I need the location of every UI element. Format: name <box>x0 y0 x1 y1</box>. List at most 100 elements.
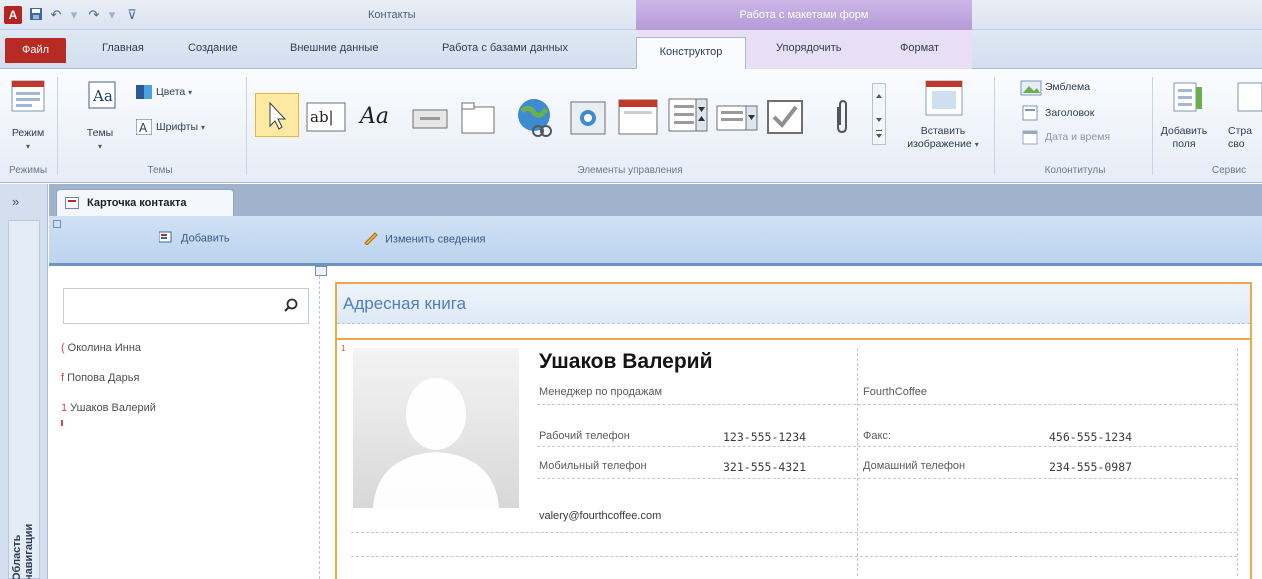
access-logo-icon[interactable]: A <box>4 6 22 24</box>
record-marker: 1 <box>341 344 346 353</box>
property-sheet-icon[interactable] <box>1236 79 1262 118</box>
company-value[interactable]: FourthCoffee <box>863 386 927 398</box>
tab-create[interactable]: Создание <box>188 42 238 54</box>
tab-home[interactable]: Главная <box>102 42 144 54</box>
button-control-icon[interactable] <box>412 109 448 132</box>
navigation-control-icon[interactable] <box>618 99 658 138</box>
svg-text:Aa: Aa <box>358 104 389 129</box>
ribbon-tabs: Файл Главная Создание Внешние данные Раб… <box>0 30 1262 70</box>
colors-icon[interactable] <box>136 85 152 99</box>
document-tab[interactable]: Карточка контакта <box>56 189 234 217</box>
fonts-icon[interactable]: A <box>135 118 153 138</box>
add-record-icon <box>158 231 175 246</box>
view-mode-icon[interactable] <box>10 79 46 116</box>
fax-label: Факс: <box>863 430 891 442</box>
add-contact-label: Добавить <box>181 232 230 245</box>
contact-list-item[interactable]: 1 Ушаков Валерий <box>61 402 156 414</box>
group-label-views: Режимы <box>8 165 48 176</box>
document-tab-bar: Карточка контакта <box>49 184 1262 217</box>
expand-nav-pane-button[interactable]: » <box>12 194 19 209</box>
property-sheet-button[interactable]: Стра сво <box>1228 125 1262 151</box>
form-header: Добавить Изменить сведения <box>49 216 1262 266</box>
field-divider <box>351 532 1237 533</box>
web-browser-icon[interactable] <box>570 101 606 138</box>
contact-name: Ушаков Валерий <box>539 350 713 373</box>
tab-arrange[interactable]: Упорядочить <box>776 42 841 54</box>
home-phone-label: Домашний телефон <box>863 460 966 472</box>
pencil-icon <box>363 231 379 248</box>
ribbon: Режим ▾ Режимы Aa Темы ▾ Цвета ▾ A Шрифты … <box>0 69 1262 183</box>
svg-text:A: A <box>139 121 148 135</box>
tab-external-data[interactable]: Внешние данные <box>290 42 378 54</box>
job-title-value[interactable]: Менеджер по продажам <box>539 386 662 398</box>
contact-list-item[interactable]: (Околина Инна <box>61 342 141 354</box>
customize-qat-icon[interactable]: ⊽ <box>124 7 140 23</box>
edit-details-label: Изменить сведения <box>385 233 486 246</box>
tab-design[interactable]: Конструктор <box>636 37 746 70</box>
listbox-icon[interactable] <box>716 105 758 134</box>
search-icon[interactable] <box>284 298 298 312</box>
tab-database-tools[interactable]: Работа с базами данных <box>442 42 568 54</box>
field-divider <box>351 556 1237 557</box>
label-icon[interactable]: Aa <box>358 99 400 134</box>
undo-icon[interactable]: ↶ <box>48 7 64 23</box>
redo-icon[interactable]: ↷ <box>86 7 102 23</box>
email-value[interactable]: valery@fourthcoffee.com <box>539 510 661 522</box>
logo-icon[interactable] <box>1020 80 1042 99</box>
view-mode-button[interactable]: Режим ▾ <box>4 127 52 153</box>
group-divider <box>246 77 247 175</box>
insert-image-icon[interactable] <box>924 79 964 122</box>
address-book-subform[interactable]: Адресная книга 1 Ушаков Валерий Менеджер… <box>335 282 1252 579</box>
tab-format[interactable]: Формат <box>900 42 939 54</box>
navigation-pane-bar[interactable]: Область навигации <box>8 220 40 579</box>
add-fields-icon[interactable] <box>1172 79 1206 118</box>
split-form-divider[interactable] <box>319 266 320 579</box>
work-phone-value[interactable]: 123-555-1234 <box>723 430 806 444</box>
chevron-down-icon[interactable]: ▾ <box>66 7 82 23</box>
logo-button[interactable]: Эмблема <box>1045 81 1090 94</box>
svg-text:ab|: ab| <box>310 108 334 126</box>
work-phone-label: Рабочий телефон <box>539 430 630 442</box>
contact-photo[interactable] <box>353 348 519 508</box>
field-divider <box>537 478 1237 479</box>
combobox-icon[interactable] <box>668 95 708 138</box>
header-divider <box>337 324 1250 340</box>
tab-file[interactable]: Файл <box>5 38 66 63</box>
title-button[interactable]: Заголовок <box>1045 107 1094 120</box>
add-fields-button[interactable]: Добавить поля <box>1154 125 1214 151</box>
title-icon[interactable] <box>1022 105 1038 124</box>
group-divider <box>994 77 995 175</box>
insert-image-button[interactable]: Вставить изображение ▾ <box>900 125 986 151</box>
select-arrow-icon[interactable] <box>255 93 299 137</box>
attachment-icon[interactable] <box>832 99 852 138</box>
tab-control-icon[interactable] <box>460 101 496 138</box>
subform-header: Адресная книга <box>337 284 1250 324</box>
mobile-phone-label: Мобильный телефон <box>539 460 647 472</box>
column-divider <box>857 348 858 576</box>
themes-icon[interactable]: Aa <box>88 81 116 112</box>
date-time-icon[interactable] <box>1022 129 1038 148</box>
section-marker <box>53 220 61 228</box>
fonts-button[interactable]: Шрифты ▾ <box>156 121 205 134</box>
checkbox-control-icon[interactable] <box>766 99 804 138</box>
home-phone-value[interactable]: 234-555-0987 <box>1049 460 1132 474</box>
chevron-down-icon[interactable]: ▾ <box>104 7 120 23</box>
field-divider <box>537 446 1237 447</box>
themes-button[interactable]: Темы ▾ <box>74 127 126 153</box>
gallery-scroll-icon[interactable] <box>872 83 886 145</box>
date-time-button[interactable]: Дата и время <box>1045 131 1110 144</box>
field-divider <box>537 404 1237 405</box>
group-label-controls: Элементы управления <box>577 165 683 176</box>
navigation-pane-label: Область навигации <box>11 523 35 579</box>
add-contact-button[interactable]: Добавить <box>158 231 230 246</box>
edit-details-button[interactable]: Изменить сведения <box>363 231 485 248</box>
colors-button[interactable]: Цвета ▾ <box>156 86 192 99</box>
hyperlink-icon[interactable] <box>512 95 558 142</box>
search-input[interactable] <box>63 288 309 324</box>
fax-value[interactable]: 456-555-1234 <box>1049 430 1132 444</box>
contact-list-item[interactable]: f Попова Дарья <box>61 372 139 384</box>
list-marker <box>61 420 63 426</box>
mobile-phone-value[interactable]: 321-555-4321 <box>723 460 806 474</box>
save-icon[interactable] <box>28 7 44 23</box>
textbox-icon[interactable]: ab| <box>306 102 346 135</box>
